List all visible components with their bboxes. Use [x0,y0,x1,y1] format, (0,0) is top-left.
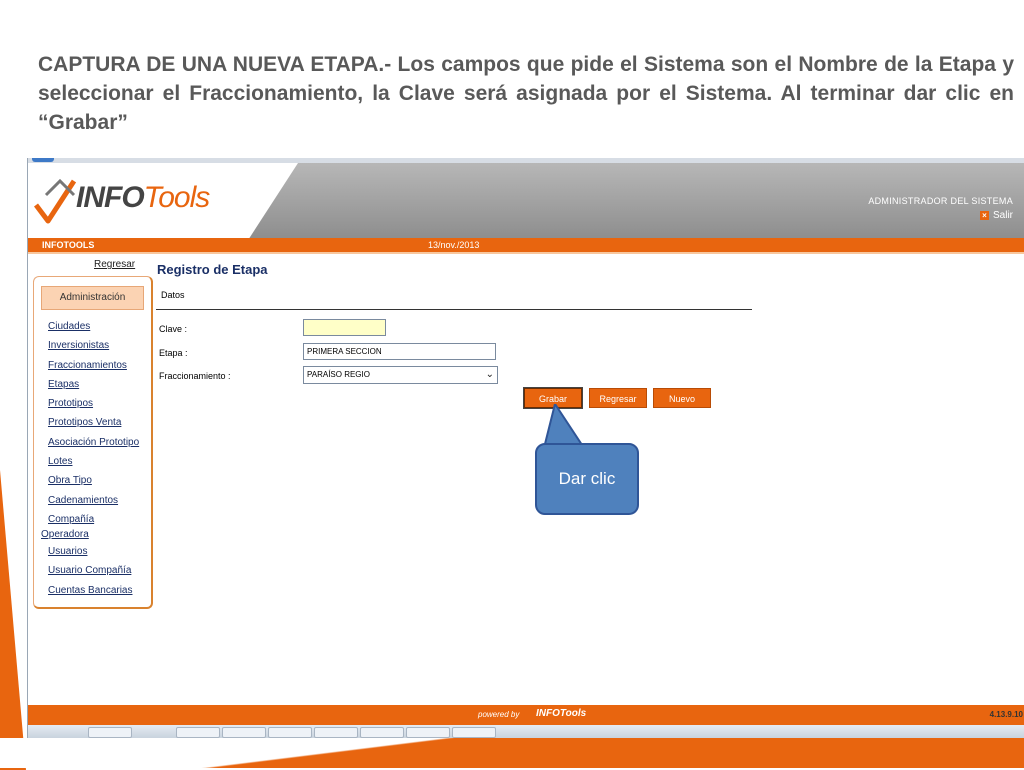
app-label: INFOTOOLS [42,240,95,250]
sidebar-item-cadenamientos[interactable]: Cadenamientos [34,491,151,510]
sidebar-list: Ciudades Inversionistas Fraccionamientos… [34,317,151,600]
sidebar-item-fraccionamientos[interactable]: Fraccionamientos [34,356,151,375]
sidebar-item-asociacion-prototipo[interactable]: Asociación Prototipo [34,433,151,452]
logo-check-icon [34,178,77,224]
select-value: PARAÍSO REGIO [307,370,370,379]
section-divider [156,309,752,310]
sidebar-back-link[interactable]: Regresar [94,259,135,270]
info-bar: INFOTOOLS 13/nov./2013 [28,238,1024,254]
sidebar-item-usuarios[interactable]: Usuarios [34,542,151,561]
sidebar-item-inversionistas[interactable]: Inversionistas [34,336,151,355]
close-icon: × [979,211,989,220]
footer-brand: INFOTools [536,708,587,719]
clave-label: Clave : [159,324,188,334]
taskbar-item[interactable] [314,727,358,738]
app-footer: powered by INFOTools 4.13.9.10 [28,705,1024,725]
current-date: 13/nov./2013 [428,240,480,250]
taskbar-item[interactable] [360,727,404,738]
etapa-field[interactable] [303,343,496,360]
os-taskbar [28,725,1024,738]
powered-by-label: powered by [478,710,520,719]
app-logo: INFOTools [76,181,210,214]
page-title: Registro de Etapa [157,262,268,277]
taskbar-item[interactable] [268,727,312,738]
sidebar-item-prototipos-venta[interactable]: Prototipos Venta [34,413,151,432]
slide-bottom-stripe [0,738,1024,768]
chevron-down-icon: ⌄ [485,369,494,380]
taskbar-item[interactable] [452,727,496,738]
sidebar-item-cuentas-bancarias[interactable]: Cuentas Bancarias [34,581,151,600]
taskbar-item[interactable] [406,727,450,738]
sidebar-item-usuario-compania[interactable]: Usuario Compañía [34,561,151,580]
sidebar-item-ciudades[interactable]: Ciudades [34,317,151,336]
section-title: Datos [161,290,185,300]
slide-title: CAPTURA DE UNA NUEVA ETAPA.- Los campos … [38,53,1014,134]
sidebar-item-etapas[interactable]: Etapas [34,375,151,394]
window-tab-indicator [32,158,54,162]
sidebar-item-obra-tipo[interactable]: Obra Tipo [34,471,151,490]
clave-field[interactable] [303,319,386,336]
sidebar-item-compania-operadora[interactable]: Compañía Operadora [34,510,151,542]
logout-link[interactable]: × Salir [979,210,1013,221]
fraccionamiento-select[interactable]: PARAÍSO REGIO ⌄ [303,366,498,384]
app-header: INFOTools ADMINISTRADOR DEL SISTEMA × Sa… [28,163,1024,238]
fraccionamiento-label: Fraccionamiento : [159,371,231,381]
callout-bubble: Dar clic [535,443,639,515]
sidebar-item-lotes[interactable]: Lotes [34,452,151,471]
callout-pointer [542,404,586,448]
logout-label: Salir [992,210,1013,221]
sidebar-section-title: Administración [41,286,144,310]
user-role: ADMINISTRADOR DEL SISTEMA [868,196,1013,206]
sidebar-item-label: Operadora [41,528,89,540]
taskbar-item[interactable] [176,727,220,738]
sidebar-item-label: Compañía [48,513,95,525]
slide-left-stripe [0,470,26,770]
version-label: 4.13.9.10 [989,710,1023,719]
sidebar-menu: Administración Ciudades Inversionistas F… [33,276,153,609]
new-button[interactable]: Nuevo [653,388,711,408]
taskbar-item[interactable] [222,727,266,738]
app-window: INFOTools ADMINISTRADOR DEL SISTEMA × Sa… [27,158,1024,738]
sidebar-item-prototipos[interactable]: Prototipos [34,394,151,413]
etapa-label: Etapa : [159,348,188,358]
taskbar-item[interactable] [88,727,132,738]
logo-panel: INFOTools [28,163,298,238]
